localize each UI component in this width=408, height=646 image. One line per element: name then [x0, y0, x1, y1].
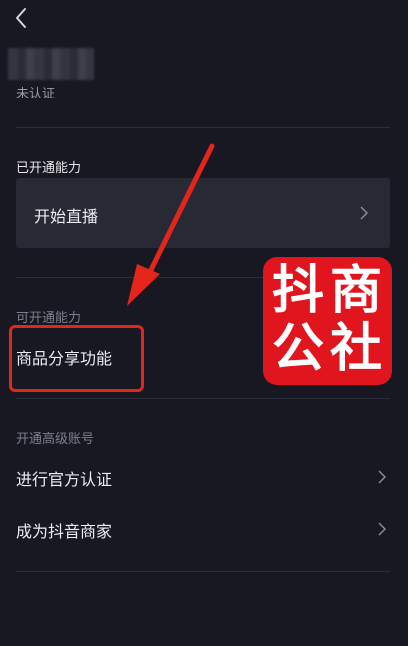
- watermark-logo: 抖 商 公 社: [263, 257, 392, 385]
